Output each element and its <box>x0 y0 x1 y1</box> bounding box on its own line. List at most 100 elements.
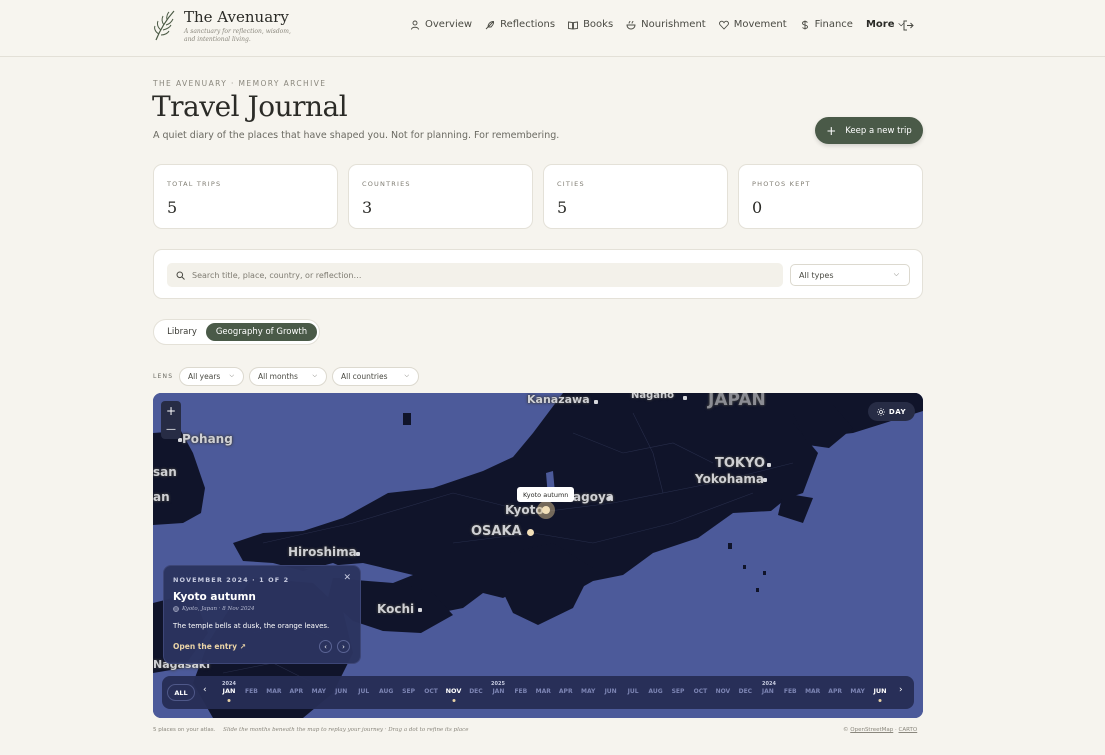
city-label-osaka: OSAKA <box>471 524 522 539</box>
timeline-month[interactable]: OCT <box>694 688 708 695</box>
month-filter-select[interactable]: All months ⌵ <box>249 367 327 386</box>
tab-geography-of-growth[interactable]: Geography of Growth <box>206 323 317 341</box>
timeline-month[interactable]: JUN <box>605 688 617 695</box>
timeline-month[interactable]: JAN <box>492 688 504 695</box>
search-input[interactable] <box>192 270 752 280</box>
user-icon <box>411 20 419 30</box>
nav-label: Finance <box>814 19 853 30</box>
city-marker <box>763 478 767 482</box>
dollar-icon <box>801 20 808 29</box>
timeline-month[interactable]: DEC <box>469 688 482 695</box>
zoom-in-button[interactable]: + <box>161 401 181 420</box>
timeline-month[interactable]: MAR <box>536 688 551 695</box>
osm-link[interactable]: OpenStreetMap <box>850 727 893 733</box>
entry-prev-button[interactable]: ‹ <box>319 640 332 653</box>
chevron-right-icon: › <box>899 685 903 695</box>
country-filter-select[interactable]: All countries ⌵ <box>332 367 419 386</box>
timeline-month[interactable]: FEB <box>784 688 797 695</box>
keep-new-trip-button[interactable]: + Keep a new trip <box>815 117 923 144</box>
day-night-toggle[interactable]: DAY <box>868 402 915 421</box>
nav-item-nourishment[interactable]: Nourishment <box>626 19 706 30</box>
timeline-year: 2025 <box>491 681 505 687</box>
timeline-month[interactable]: FEB <box>514 688 527 695</box>
timeline-month[interactable]: MAY <box>581 688 595 695</box>
nav-label: Books <box>583 19 614 30</box>
sun-icon <box>876 407 885 416</box>
timeline-month[interactable]: MAY <box>850 688 864 695</box>
timeline-month[interactable]: NOV <box>716 688 731 695</box>
stat-label: COUNTRIES <box>362 180 411 188</box>
type-filter-select[interactable]: All types ⌵ <box>790 264 910 286</box>
stat-value: 0 <box>752 198 763 217</box>
carto-link[interactable]: CARTO <box>899 727 918 733</box>
timeline-month[interactable]: NOV <box>446 687 462 695</box>
close-icon[interactable]: ✕ <box>343 573 351 583</box>
chevron-right-icon: › <box>342 642 345 651</box>
brand[interactable]: The Avenuary A sanctuary for reflection,… <box>152 8 294 44</box>
day-label: DAY <box>888 407 907 416</box>
map-footer-info: 5 places on your atlas. Slide the months… <box>153 727 468 733</box>
nav-item-finance[interactable]: Finance <box>800 19 853 30</box>
timeline-prev-button[interactable]: ‹ <box>203 685 207 695</box>
nav-item-reflections[interactable]: Reflections <box>485 19 555 30</box>
timeline-month[interactable]: JUL <box>628 688 639 695</box>
timeline-month[interactable]: JUL <box>358 688 369 695</box>
timeline-month[interactable]: JUN <box>335 688 347 695</box>
timeline-month[interactable]: OCT <box>424 688 438 695</box>
fern-logo-icon <box>154 10 175 41</box>
stat-label: PHOTOS KEPT <box>752 180 811 188</box>
timeline-month[interactable]: MAR <box>805 688 820 695</box>
city-marker <box>418 608 422 612</box>
timeline-month[interactable]: AUG <box>379 688 393 695</box>
timeline-month[interactable]: SEP <box>402 688 415 695</box>
timeline-month[interactable]: APR <box>828 688 842 695</box>
city-label-nagano: Nagano <box>631 393 675 401</box>
timeline-month[interactable]: SEP <box>672 688 685 695</box>
trip-pin-osaka[interactable] <box>527 529 534 536</box>
zoom-control: + — <box>161 401 181 439</box>
nav-more-menu[interactable]: More ⌵ <box>866 19 904 30</box>
timeline-month[interactable]: MAY <box>312 688 326 695</box>
timeline-month[interactable]: DEC <box>739 688 752 695</box>
lens-label: LENS <box>153 373 174 380</box>
plus-icon: + <box>826 123 837 138</box>
page-eyebrow: THE AVENUARY · MEMORY ARCHIVE <box>153 79 327 88</box>
logout-icon[interactable] <box>903 20 914 31</box>
nav-item-overview[interactable]: Overview <box>410 19 472 30</box>
timeline-month[interactable]: JAN <box>223 687 236 695</box>
timeline-month[interactable]: JUN <box>873 687 886 695</box>
city-label-kochi: Kochi <box>377 602 415 616</box>
year-filter-select[interactable]: All years ⌵ <box>179 367 244 386</box>
nav-label: Reflections <box>500 19 556 30</box>
open-entry-link[interactable]: Open the entry ↗ <box>173 642 246 651</box>
zoom-out-button[interactable]: — <box>161 420 181 439</box>
month-timeline: ALL ‹ › 2024 2025 2024 JAN FEB MAR APR MAY JU… <box>162 676 914 709</box>
timeline-month[interactable]: APR <box>559 688 573 695</box>
tab-library[interactable]: Library <box>158 323 206 341</box>
city-label-partial-busan: san <box>153 465 177 479</box>
search-box[interactable] <box>167 263 783 287</box>
city-marker <box>608 496 612 500</box>
travel-map[interactable]: Kanazawa Nagano JAPAN Pohang san an TOKY… <box>153 393 923 718</box>
bowl-icon <box>626 20 636 29</box>
timeline-month[interactable]: JAN <box>762 688 774 695</box>
year-filter-value: All years <box>188 372 221 381</box>
chevron-down-icon: ⌵ <box>229 372 234 379</box>
timeline-month[interactable]: MAR <box>266 688 281 695</box>
nav-item-movement[interactable]: Movement <box>718 19 787 30</box>
cta-label: Keep a new trip <box>845 125 912 136</box>
trip-pin-kyoto[interactable] <box>542 506 550 514</box>
entry-next-button[interactable]: › <box>337 640 350 653</box>
nav-item-books[interactable]: Books <box>568 19 613 30</box>
timeline-next-button[interactable]: › <box>899 685 903 695</box>
timeline-month[interactable]: AUG <box>648 688 662 695</box>
timeline-all-button[interactable]: ALL <box>167 684 195 701</box>
timeline-year: 2024 <box>762 681 776 687</box>
city-marker <box>767 463 771 467</box>
chevron-down-icon: ⌵ <box>893 270 899 278</box>
city-marker <box>683 396 687 400</box>
main-nav: Overview Reflections Books Nourishment M… <box>410 19 904 30</box>
timeline-month[interactable]: FEB <box>245 688 258 695</box>
timeline-month[interactable]: APR <box>290 688 304 695</box>
globe-icon <box>173 606 179 612</box>
